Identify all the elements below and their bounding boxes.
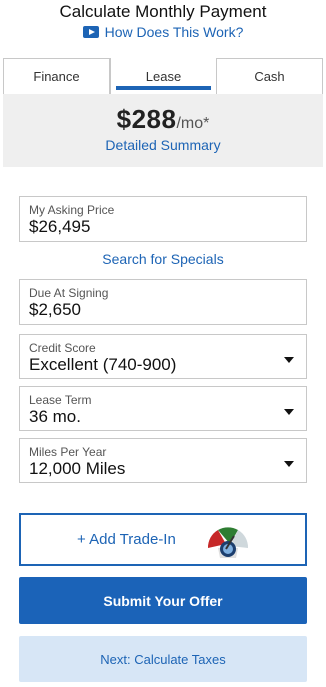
asking-price-field[interactable]: My Asking Price $26,495	[19, 196, 307, 242]
asking-price-value: $26,495	[29, 217, 91, 236]
miles-per-year-value: 12,000 Miles	[29, 459, 126, 478]
tab-cash[interactable]: Cash	[217, 58, 323, 94]
asking-price-label: My Asking Price	[29, 203, 115, 217]
credit-score-value: Excellent (740-900)	[29, 355, 177, 374]
caret-down-icon	[284, 461, 294, 467]
payment-summary: $288/mo* Detailed Summary	[3, 94, 323, 167]
lease-term-value: 36 mo.	[29, 407, 81, 426]
payment-amount: $288	[116, 104, 177, 134]
tab-finance[interactable]: Finance	[3, 58, 110, 94]
caret-down-icon	[284, 357, 294, 363]
payment-unit: /mo*	[176, 115, 210, 132]
add-trade-in-button[interactable]: + Add Trade-In	[19, 513, 307, 566]
search-specials-link[interactable]: Search for Specials	[0, 251, 326, 267]
tab-lease[interactable]: Lease	[110, 58, 217, 94]
caret-down-icon	[284, 409, 294, 415]
lease-term-select[interactable]: Lease Term 36 mo.	[19, 386, 307, 431]
due-at-signing-field[interactable]: Due At Signing $2,650	[19, 279, 307, 325]
monthly-payment: $288/mo*	[3, 104, 323, 135]
submit-offer-button[interactable]: Submit Your Offer	[19, 577, 307, 624]
page-title: Calculate Monthly Payment	[59, 2, 267, 21]
credit-score-select[interactable]: Credit Score Excellent (740-900)	[19, 334, 307, 379]
add-trade-in-label: + Add Trade-In	[77, 531, 176, 548]
how-it-works-link[interactable]: How Does This Work?	[0, 24, 326, 40]
lease-term-label: Lease Term	[29, 393, 92, 407]
credit-score-label: Credit Score	[29, 341, 96, 355]
miles-per-year-select[interactable]: Miles Per Year 12,000 Miles	[19, 438, 307, 483]
play-icon	[82, 26, 99, 38]
payment-type-tabs: Finance Lease Cash	[3, 58, 323, 94]
next-calculate-taxes-button[interactable]: Next: Calculate Taxes	[19, 636, 307, 682]
due-at-signing-value: $2,650	[29, 300, 81, 319]
due-at-signing-label: Due At Signing	[29, 286, 109, 300]
miles-per-year-label: Miles Per Year	[29, 445, 107, 459]
value-gauge-icon	[207, 527, 249, 558]
how-it-works-label: How Does This Work?	[104, 24, 244, 40]
detailed-summary-link[interactable]: Detailed Summary	[3, 137, 323, 153]
